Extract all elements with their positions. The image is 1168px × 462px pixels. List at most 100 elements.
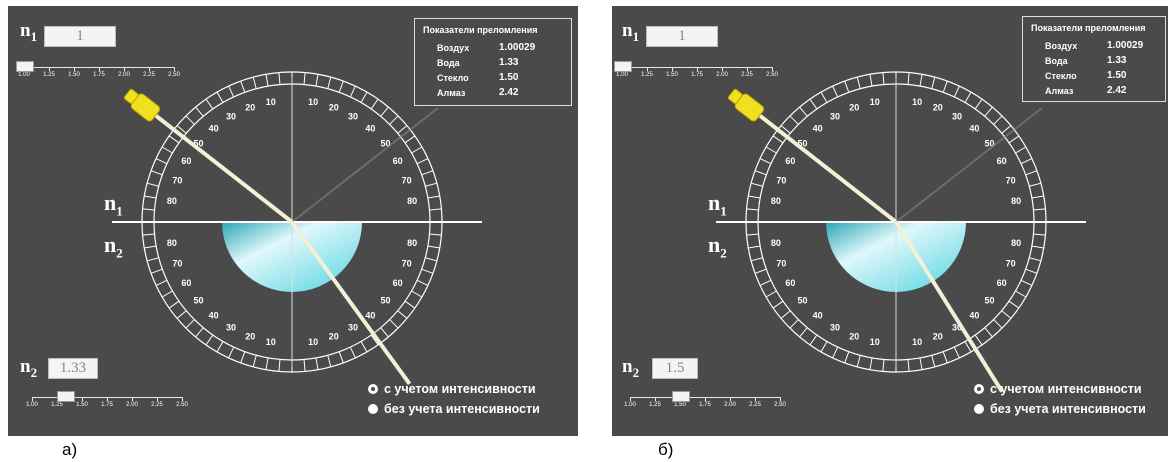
dial-tick (993, 319, 1003, 329)
slider-tick-label: 2.50 (176, 402, 188, 408)
radio-button-icon[interactable] (974, 384, 984, 394)
n2-slider[interactable]: 1.00 1.25 1.50 1.75 2.00 2.25 2.50 (624, 391, 786, 412)
slider-tick-label: 1.50 (666, 72, 678, 78)
slider-tick (697, 67, 698, 71)
dial-tick (1008, 300, 1020, 309)
dial-angle-label: 20 (933, 332, 943, 342)
dial-tick (953, 346, 960, 359)
option-without-intensity[interactable]: без учета интенсивности (974, 402, 1146, 418)
dial-angle-label: 10 (308, 97, 318, 107)
dial-tick (1033, 233, 1046, 236)
dial-tick (780, 310, 791, 319)
dial-tick (228, 85, 235, 98)
slider-tick-label: 1.25 (51, 402, 63, 408)
slider-tick (780, 397, 781, 401)
slider-thumb[interactable] (671, 391, 690, 402)
dial-tick (265, 357, 269, 370)
dial-tick (1025, 170, 1038, 176)
option-with-intensity[interactable]: с учетом интенсивности (368, 382, 536, 398)
dial-angle-label: 20 (329, 332, 339, 342)
dial-tick (327, 355, 332, 368)
legend-row-glass: Стекло 1.50 (437, 72, 519, 83)
dial-tick (1025, 268, 1038, 274)
dial-tick (338, 351, 344, 364)
dial-tick (146, 257, 159, 262)
dial-tick (161, 290, 173, 298)
dial-tick (1031, 195, 1044, 199)
dial-tick (1029, 257, 1042, 262)
radio-button-icon[interactable] (974, 404, 984, 414)
dial-angle-label: 30 (348, 111, 358, 121)
slider-tick-label: 2.50 (766, 72, 778, 78)
dial-angle-label: 80 (167, 196, 177, 206)
dial-angle-label: 70 (1006, 259, 1016, 269)
dial-angle-label: 10 (912, 337, 922, 347)
slider-tick (655, 397, 656, 401)
dial-tick (380, 327, 389, 338)
legend-row-diamond: Алмаз 2.42 (1045, 85, 1127, 96)
slider-thumb[interactable] (57, 391, 75, 402)
radio-button-icon[interactable] (368, 404, 378, 414)
dial-tick (161, 146, 173, 154)
slider-tick-label: 1.25 (641, 72, 653, 78)
dial-tick (974, 98, 983, 110)
dial-tick (252, 76, 257, 89)
slider-tick-label: 2.00 (126, 402, 138, 408)
dial-tick (168, 300, 180, 309)
n1-slider[interactable]: 1.00 1.25 1.50 1.75 2.00 2.25 2.50 (614, 61, 778, 82)
n1-value-field[interactable]: 1 (44, 26, 116, 47)
n2-value-field[interactable]: 1.33 (48, 358, 98, 379)
dial-tick (146, 182, 159, 187)
dial-tick (809, 98, 818, 110)
radio-button-icon[interactable] (368, 384, 378, 394)
dial-angle-label: 70 (402, 175, 412, 185)
dial-tick (278, 72, 281, 85)
slider-tick (99, 67, 100, 71)
dial-tick (216, 91, 224, 103)
dial-tick (425, 257, 438, 262)
dial-angle-label: 70 (402, 259, 412, 269)
option-with-intensity[interactable]: с учетом интенсивности (974, 382, 1142, 398)
dial-tick (429, 208, 442, 211)
dial-angle-label: 10 (266, 337, 276, 347)
dial-angle-label: 60 (997, 278, 1007, 288)
dial-angle-label: 10 (308, 337, 318, 347)
slider-tick (747, 67, 748, 71)
dial-tick (931, 76, 936, 89)
refractive-index-legend: Показатели преломления Воздух 1.00029 Вод… (414, 18, 572, 106)
dial-tick (397, 310, 408, 319)
dial-angle-label: 10 (870, 337, 880, 347)
slider-tick-label: 1.75 (691, 72, 703, 78)
dial-tick (389, 115, 399, 125)
dial-angle-label: 60 (181, 278, 191, 288)
slider-thumb[interactable] (16, 61, 34, 72)
slider-tick-label: 2.00 (724, 402, 736, 408)
dial-tick (754, 170, 767, 176)
dial-angle-label: 30 (952, 111, 962, 121)
slider-tick (722, 67, 723, 71)
slider-tick-label: 1.00 (26, 402, 38, 408)
n2-value-field[interactable]: 1.5 (652, 358, 698, 379)
dial-tick (844, 80, 850, 93)
slider-thumb[interactable] (614, 61, 632, 72)
dial-tick (216, 341, 224, 353)
dial-angle-label: 20 (329, 102, 339, 112)
dial-tick (425, 182, 438, 187)
dial-tick (303, 72, 306, 85)
n1-value-field[interactable]: 1 (646, 26, 718, 47)
n1-slider[interactable]: 1.00 1.25 1.50 1.75 2.00 2.25 2.50 (16, 61, 180, 82)
option-without-intensity[interactable]: без учета интенсивности (368, 402, 540, 418)
caption-a: а) (62, 440, 78, 459)
dial-tick (765, 146, 777, 154)
dial-tick (349, 346, 356, 359)
dial-tick (748, 195, 761, 199)
dial-tick (380, 106, 389, 117)
dial-tick (953, 85, 960, 98)
n2-slider[interactable]: 1.00 1.25 1.50 1.75 2.00 2.25 2.50 (26, 391, 188, 412)
legend-row-air: Воздух 1.00029 (1045, 40, 1144, 51)
dial-angle-label: 80 (167, 238, 177, 248)
dial-angle-label: 50 (194, 295, 204, 305)
dial-tick (984, 327, 993, 338)
dial-tick (142, 233, 155, 236)
dial-tick (820, 341, 828, 353)
